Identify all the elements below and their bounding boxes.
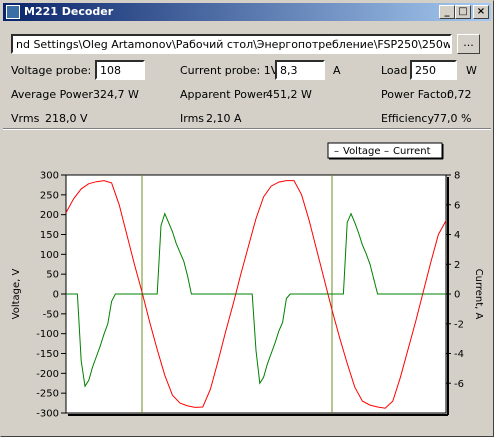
power-factor-label: Power Factor xyxy=(381,88,452,101)
legend-current-dash: – xyxy=(384,146,389,157)
efficiency-label: Efficiency xyxy=(381,112,434,125)
irms-value: 2,10 A xyxy=(206,112,242,125)
left-tick-label: -50 xyxy=(43,309,59,320)
load-unit: W xyxy=(466,64,477,77)
voltage-probe-label: Voltage probe: 1: xyxy=(11,64,106,77)
left-tick-label: -100 xyxy=(36,329,59,340)
legend-voltage-dash: – xyxy=(334,146,339,157)
minimize-button[interactable]: _ xyxy=(439,5,455,19)
maximize-button[interactable]: □ xyxy=(455,5,471,19)
right-tick-label: 2 xyxy=(454,260,460,271)
apparent-power-value: 451,2 W xyxy=(266,88,312,101)
load-label: Load xyxy=(381,64,408,77)
current-probe-unit: A xyxy=(333,64,341,77)
left-tick-label: 200 xyxy=(40,210,59,221)
left-tick-label: 250 xyxy=(40,190,59,201)
legend-current: Current xyxy=(393,146,431,157)
left-tick-label: 150 xyxy=(40,230,59,241)
legend: – Voltage – Current xyxy=(327,142,444,160)
voltage-current-chart: 300 250 200 150 100 50 0 -50 -100 -150 -200 -250 -30… xyxy=(3,130,491,434)
right-tick-label: -4 xyxy=(454,349,464,360)
right-tick-label: 0 xyxy=(454,290,460,301)
y-axis-title-right: Current, A xyxy=(473,269,484,320)
left-tick-label: -150 xyxy=(36,349,59,360)
legend-voltage: Voltage xyxy=(343,146,381,157)
left-tick-label: -200 xyxy=(36,369,59,380)
left-tick-label: 300 xyxy=(40,171,59,182)
vrms-label: Vrms xyxy=(11,112,40,125)
right-tick-label: 4 xyxy=(454,230,460,241)
voltage-probe-input[interactable]: 108 xyxy=(95,60,145,80)
average-power-label: Average Power xyxy=(11,88,93,101)
close-button[interactable]: × xyxy=(473,5,489,19)
app-window: M221 Decoder _ □ × nd Settings\Oleg Arta… xyxy=(0,0,494,437)
browse-button[interactable]: ... xyxy=(457,34,480,54)
chart-panel: 300 250 200 150 100 50 0 -50 -100 -150 -200 -250 -30… xyxy=(3,130,491,434)
left-tick-label: -300 xyxy=(36,409,59,420)
window-title: M221 Decoder xyxy=(24,5,114,18)
left-tick-label: 50 xyxy=(46,270,59,281)
file-path-field[interactable]: nd Settings\Oleg Artamonov\Рабочий стол\… xyxy=(11,34,452,54)
left-tick-label: 100 xyxy=(40,250,59,261)
right-tick-label: -2 xyxy=(454,319,464,330)
right-tick-label: 6 xyxy=(454,200,460,211)
power-factor-value: 0,72 xyxy=(447,88,472,101)
vrms-value: 218,0 V xyxy=(45,112,88,125)
average-power-value: 324,7 W xyxy=(93,88,139,101)
left-tick-label: 0 xyxy=(53,290,59,301)
title-bar[interactable]: M221 Decoder _ □ × xyxy=(3,3,491,21)
y-axis-title-left: Voltage, V xyxy=(11,268,22,319)
efficiency-value: 77,0 % xyxy=(433,112,472,125)
right-tick-label: 8 xyxy=(454,171,460,182)
current-probe-input[interactable]: 8,3 xyxy=(275,60,325,80)
left-tick-label: -250 xyxy=(36,389,59,400)
irms-label: Irms xyxy=(180,112,205,125)
right-tick-label: -6 xyxy=(454,379,464,390)
app-icon xyxy=(6,5,20,19)
apparent-power-label: Apparent Power xyxy=(180,88,268,101)
load-input[interactable]: 250 xyxy=(410,60,457,80)
